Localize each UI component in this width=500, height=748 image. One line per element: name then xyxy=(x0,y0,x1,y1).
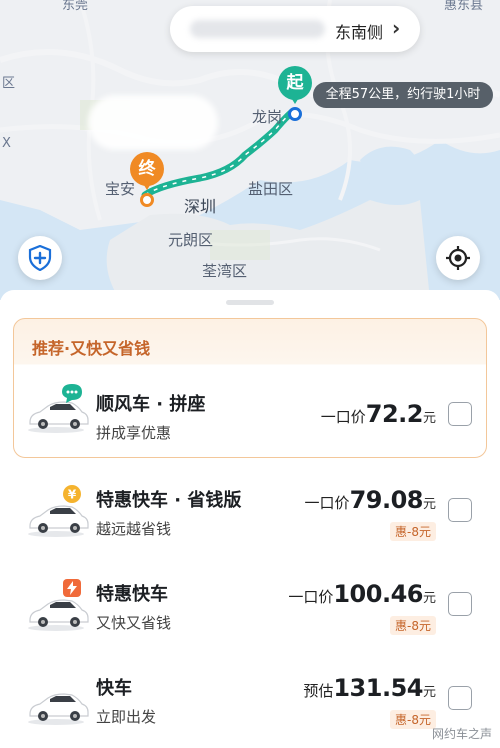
watermark: 网约车之声 xyxy=(431,727,492,741)
discount-badge: 惠-8元 xyxy=(390,522,436,541)
option-checkbox[interactable] xyxy=(448,592,472,616)
map-label-fragment: X xyxy=(2,136,11,151)
ride-option-shunfengche[interactable]: 顺风车 · 拼座 拼成享优惠 一口价72.2元 xyxy=(0,366,500,461)
chat-bubble-icon xyxy=(62,384,82,403)
price-value: 100.46 xyxy=(333,580,423,608)
option-price: 一口价79.08元 xyxy=(305,486,436,514)
option-name: 特惠快车 xyxy=(96,584,168,605)
drag-handle[interactable] xyxy=(226,300,274,305)
option-subtitle: 立即出发 xyxy=(96,708,157,726)
recommend-title: 推荐·又快又省钱 xyxy=(32,339,151,358)
blurred-region xyxy=(88,95,218,150)
ride-option-tehui[interactable]: 特惠快车 又快又省钱 一口价100.46元 惠-8元 xyxy=(0,564,500,659)
safety-button[interactable] xyxy=(18,236,62,280)
coin-icon: ¥ xyxy=(63,485,81,503)
option-subtitle: 又快又省钱 xyxy=(96,614,172,632)
option-name: 顺风车 · 拼座 xyxy=(96,394,206,415)
blurred-address xyxy=(190,20,325,38)
end-pin-icon xyxy=(140,193,154,207)
price-prefix: 一口价 xyxy=(288,588,334,606)
start-marker[interactable]: 起 xyxy=(278,66,312,104)
map-label-quanwan: 荃湾区 xyxy=(202,262,248,280)
svg-text:¥: ¥ xyxy=(68,488,77,502)
ride-option-tehui-saver[interactable]: ¥ 特惠快车 · 省钱版 越远越省钱 一口价79.08元 惠-8元 xyxy=(0,470,500,565)
chevron-right-icon: › xyxy=(392,16,401,40)
price-unit: 元 xyxy=(422,591,436,606)
option-subtitle: 拼成享优惠 xyxy=(96,424,172,442)
map-label-dongguan: 东莞 xyxy=(62,0,89,13)
map-label-longgang: 龙岗 xyxy=(252,108,283,126)
map-label-shenzhen: 深圳 xyxy=(184,197,217,216)
map-view[interactable]: 东莞 惠东县 区 X 龙岗 宝安 深圳 盐田区 元朗区 荃湾区 东南侧 › 全程… xyxy=(0,0,500,300)
end-marker[interactable]: 终 xyxy=(130,152,164,190)
price-unit: 元 xyxy=(422,685,436,700)
price-prefix: 一口价 xyxy=(320,408,366,426)
destination-suffix: 东南侧 xyxy=(335,23,384,42)
price-value: 72.2 xyxy=(365,400,424,428)
lightning-icon xyxy=(63,579,81,597)
locate-icon xyxy=(446,246,470,270)
car-icon xyxy=(28,693,89,725)
destination-search-bar[interactable]: 东南侧 › xyxy=(170,6,420,52)
price-value: 79.08 xyxy=(349,486,424,514)
map-label-yuanlang: 元朗区 xyxy=(168,231,214,249)
option-checkbox[interactable] xyxy=(448,498,472,522)
discount-badge: 惠-8元 xyxy=(390,616,436,635)
option-name: 快车 xyxy=(96,678,132,699)
price-prefix: 一口价 xyxy=(304,494,350,512)
map-label-huidong: 惠东县 xyxy=(444,0,484,13)
ride-option-kuaiche[interactable]: 快车 立即出发 预估131.54元 惠-8元 xyxy=(0,658,500,748)
option-price: 预估131.54元 xyxy=(303,674,436,702)
price-unit: 元 xyxy=(422,411,436,426)
ride-options-sheet: 推荐·又快又省钱 顺风车 · 拼座 拼成享优惠 一口价72.2元 ¥ 特惠快车 … xyxy=(0,290,500,748)
option-price: 一口价72.2元 xyxy=(321,400,436,428)
discount-badge: 惠-8元 xyxy=(390,710,436,729)
price-value: 131.54 xyxy=(333,674,423,702)
map-label-yantian: 盐田区 xyxy=(248,180,294,198)
map-label-fragment: 区 xyxy=(2,76,16,91)
option-subtitle: 越远越省钱 xyxy=(96,520,172,538)
option-price: 一口价100.46元 xyxy=(288,580,436,608)
option-name: 特惠快车 · 省钱版 xyxy=(96,490,242,511)
option-checkbox[interactable] xyxy=(448,686,472,710)
option-checkbox[interactable] xyxy=(448,402,472,426)
route-info-badge: 全程57公里，约行驶1小时 xyxy=(313,82,493,108)
price-unit: 元 xyxy=(422,497,436,512)
shield-plus-icon xyxy=(28,245,52,271)
start-pin-icon xyxy=(288,107,302,121)
map-label-baoan: 宝安 xyxy=(105,180,136,198)
locate-button[interactable] xyxy=(436,236,480,280)
price-prefix: 预估 xyxy=(303,682,334,700)
